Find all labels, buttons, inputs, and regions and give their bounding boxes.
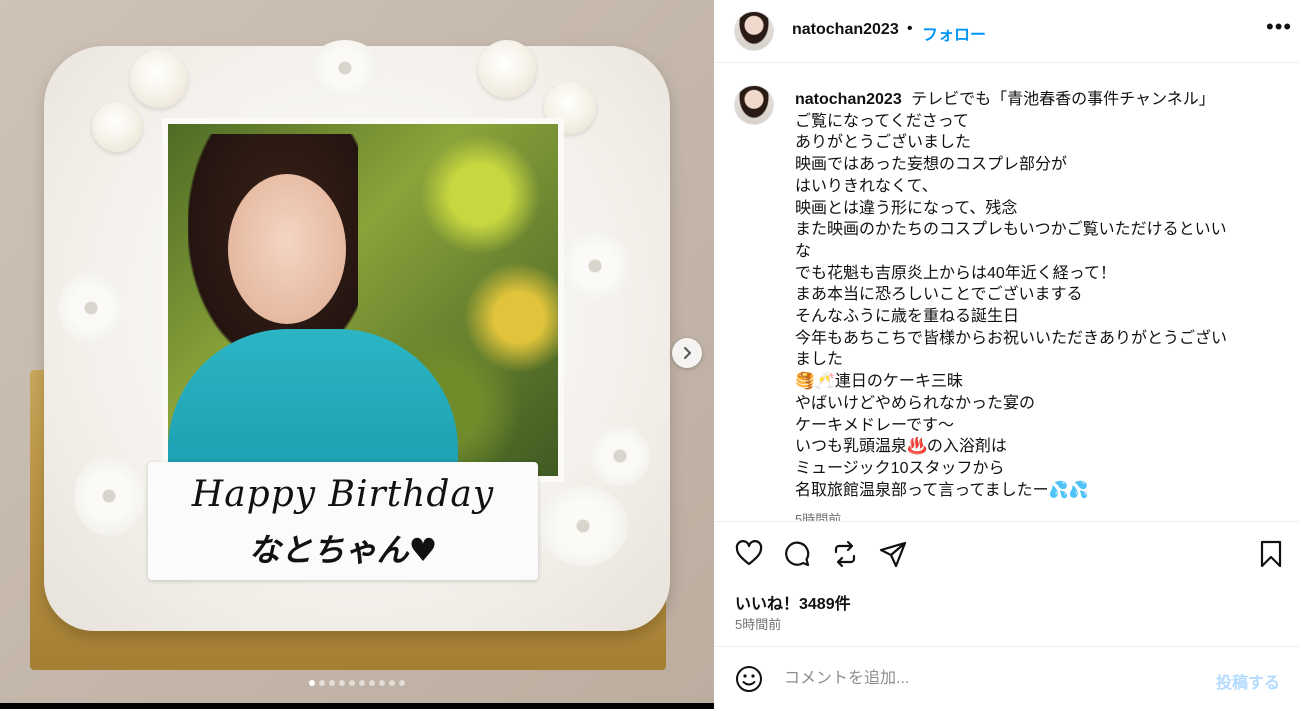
caption-line: まあ本当に恐ろしいことでございまする bbox=[795, 286, 1083, 304]
carousel-next-button[interactable] bbox=[672, 338, 702, 368]
post-side-panel: natochan2023 • フォロー ••• natochan2023 テレビ… bbox=[714, 0, 1300, 709]
separator-dot: • bbox=[907, 20, 913, 37]
carousel-dot bbox=[309, 680, 315, 686]
username-link[interactable]: natochan2023 bbox=[792, 21, 899, 39]
like-count[interactable]: いいね！3489件 bbox=[735, 590, 851, 614]
carousel-dot bbox=[329, 680, 335, 686]
caption-area: natochan2023 テレビでも「青池春香の事件チャンネル」ご覧になってくだ… bbox=[714, 63, 1300, 521]
follow-button[interactable]: フォロー bbox=[922, 21, 986, 45]
heart-icon[interactable] bbox=[734, 539, 764, 569]
post-media[interactable]: Happy Birthday なとちゃん♥ bbox=[0, 0, 714, 709]
cream-swirl bbox=[590, 426, 650, 486]
caption-line: 今年もあちこちで皆様からお祝いいただきありがとうござい bbox=[795, 329, 1228, 347]
edible-photo bbox=[162, 118, 564, 482]
caption-line: やばいけどやめられなかった宴の bbox=[795, 394, 1036, 412]
cream-rose bbox=[130, 50, 188, 108]
post-timestamp: 5時間前 bbox=[735, 617, 782, 632]
action-bar bbox=[714, 521, 1300, 587]
caption-line: 🥞🥂連日のケーキ三昧 bbox=[795, 373, 963, 391]
comment-input[interactable] bbox=[782, 665, 1186, 693]
carousel-dot bbox=[379, 680, 385, 686]
chevron-right-icon bbox=[684, 347, 691, 359]
cream-swirl bbox=[74, 456, 144, 536]
banner-line-1: Happy Birthday bbox=[191, 474, 495, 515]
cream-swirl bbox=[58, 272, 124, 344]
avatar[interactable] bbox=[734, 85, 774, 125]
caption-line: な bbox=[795, 242, 812, 260]
media-bottom-bar bbox=[0, 703, 714, 709]
carousel-dot bbox=[399, 680, 405, 686]
caption-line: ミュージック10スタッフから bbox=[795, 459, 1005, 477]
caption-line: また映画のかたちのコスプレもいつかご覧いただけるといい bbox=[795, 221, 1227, 239]
cream-swirl bbox=[310, 40, 380, 96]
caption-line: ケーキメドレーです〜 bbox=[795, 416, 955, 434]
birthday-banner: Happy Birthday なとちゃん♥ bbox=[148, 462, 538, 580]
caption-line: ありがとうございました bbox=[795, 134, 972, 152]
comment-bar: 投稿する bbox=[714, 646, 1300, 710]
carousel-dot bbox=[359, 680, 365, 686]
more-options-button[interactable]: ••• bbox=[1266, 14, 1292, 40]
caption-line: そんなふうに歳を重ねる誕生日 bbox=[795, 308, 1020, 326]
caption-text: natochan2023 テレビでも「青池春香の事件チャンネル」ご覧になってくだ… bbox=[795, 89, 1255, 501]
post-header: natochan2023 • フォロー ••• bbox=[714, 0, 1300, 63]
carousel-dot bbox=[339, 680, 345, 686]
caption-line: いつも乳頭温泉♨️の入浴剤は bbox=[795, 438, 1007, 456]
caption-line: ました bbox=[795, 351, 844, 369]
avatar[interactable] bbox=[734, 11, 774, 51]
emoji-icon[interactable] bbox=[734, 664, 764, 694]
photo-face bbox=[228, 174, 346, 324]
carousel-dot bbox=[349, 680, 355, 686]
carousel-dot bbox=[369, 680, 375, 686]
send-icon[interactable] bbox=[878, 539, 908, 569]
cream-swirl bbox=[560, 230, 630, 302]
carousel-dot bbox=[319, 680, 325, 686]
comment-icon[interactable] bbox=[782, 539, 812, 569]
caption-line: でも花魁も吉原炎上からは40年近く経って！ bbox=[795, 264, 1116, 282]
caption-line: 映画とは違う形になって、残念 bbox=[795, 199, 1018, 217]
carousel-dots bbox=[0, 680, 714, 686]
caption-line: はいりきれなくて、 bbox=[795, 177, 938, 195]
caption-line: 名取旅館温泉部って言ってましたー💦💦 bbox=[795, 481, 1089, 499]
bookmark-icon[interactable] bbox=[1256, 539, 1286, 569]
cream-rose bbox=[478, 40, 536, 98]
caption-line: 映画ではあった妄想のコスプレ部分が bbox=[795, 156, 1068, 174]
cream-swirl bbox=[538, 486, 628, 566]
cream-rose bbox=[92, 102, 142, 152]
caption-line: テレビでも「青池春香の事件チャンネル」 bbox=[911, 91, 1215, 108]
post-comment-button[interactable]: 投稿する bbox=[1216, 669, 1280, 693]
share-icon[interactable] bbox=[830, 539, 860, 569]
caption-timestamp: 5時間前 bbox=[795, 512, 842, 521]
caption-username[interactable]: natochan2023 bbox=[795, 89, 902, 111]
caption-line: ご覧になってくださって bbox=[795, 112, 969, 130]
carousel-dot bbox=[389, 680, 395, 686]
banner-line-2: なとちゃん♥ bbox=[248, 531, 438, 569]
